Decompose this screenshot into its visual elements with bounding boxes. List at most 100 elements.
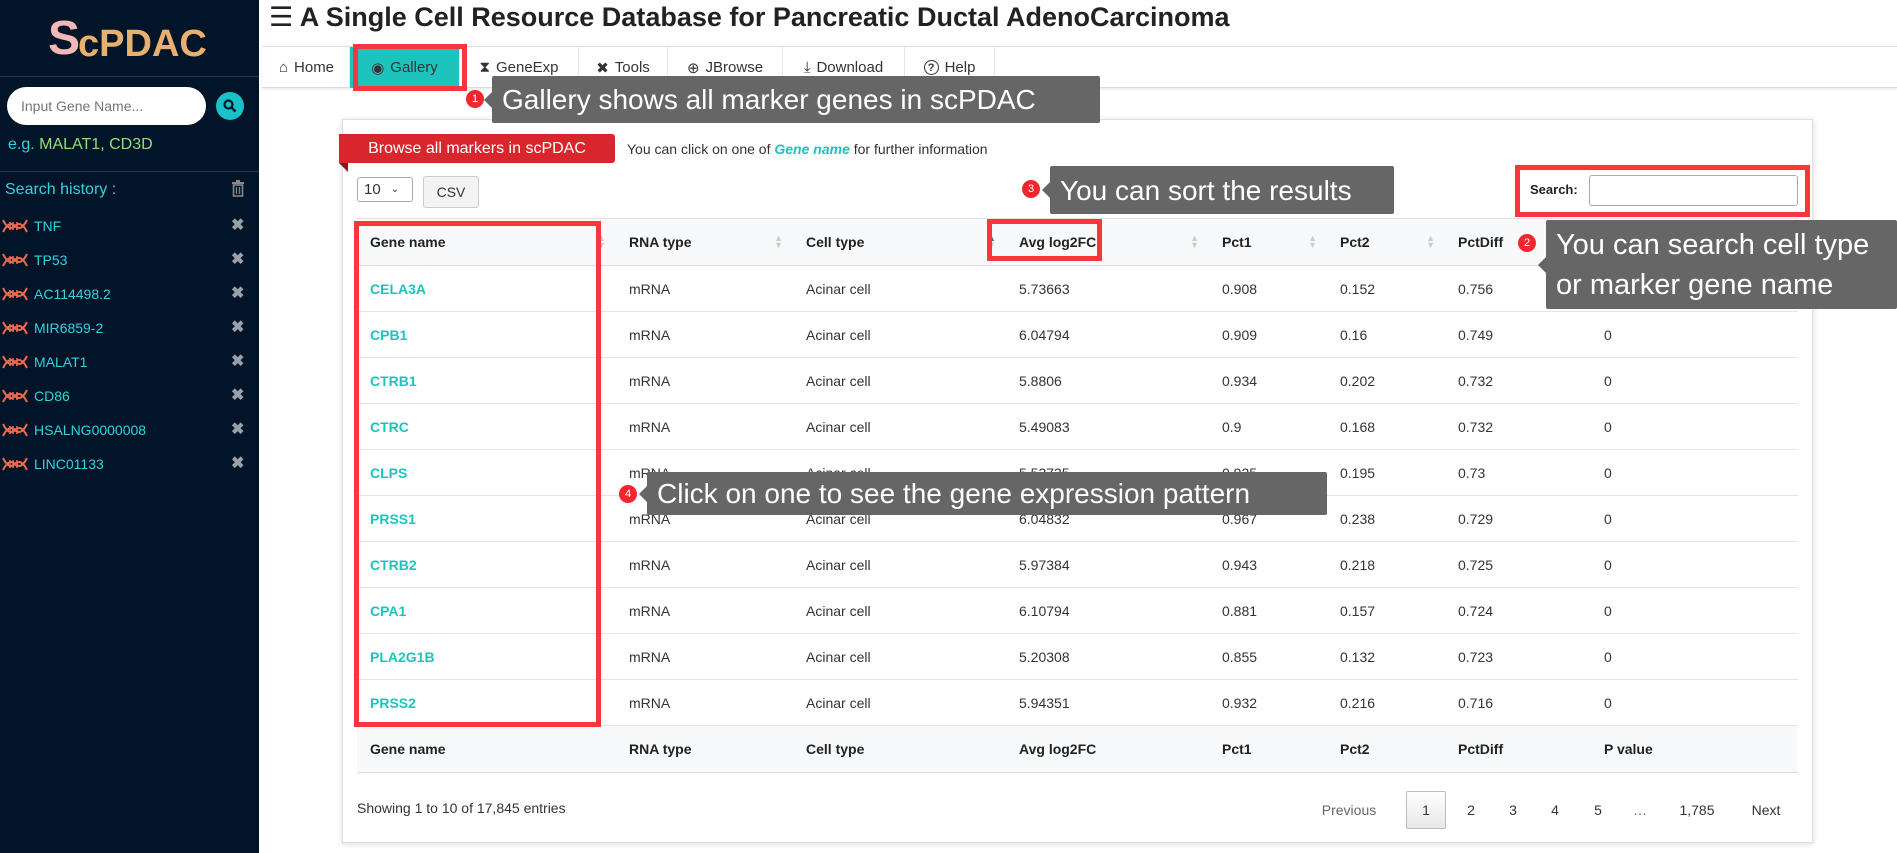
table-cell: 0.725	[1445, 541, 1591, 588]
table-cell: 0.195	[1327, 449, 1445, 496]
history-gene[interactable]: TNF	[34, 218, 61, 234]
close-icon[interactable]: ✖	[231, 419, 244, 439]
history-item[interactable]: CD86 ✖	[0, 385, 259, 409]
table-info: Showing 1 to 10 of 17,845 entries	[357, 800, 566, 816]
dna-icon	[2, 253, 28, 267]
table-cell: mRNA	[616, 357, 793, 404]
close-icon[interactable]: ✖	[231, 215, 244, 235]
annotation-number: 4	[619, 485, 637, 503]
example-genes: MALAT1, CD3D	[39, 136, 153, 153]
column-label: Cell type	[806, 234, 865, 250]
table-cell: Acinar cell	[793, 633, 1006, 680]
history-item[interactable]: TP53 ✖	[0, 249, 259, 273]
history-gene[interactable]: TP53	[34, 252, 67, 268]
table-cell: 0.909	[1209, 311, 1327, 358]
close-icon[interactable]: ✖	[231, 453, 244, 473]
sort-icon[interactable]: ▲▼	[1426, 234, 1435, 250]
table-cell: Acinar cell	[793, 357, 1006, 404]
history-item[interactable]: AC114498.2 ✖	[0, 283, 259, 307]
hint-emphasis: Gene name	[774, 141, 850, 157]
table-cell: 0.168	[1327, 403, 1445, 450]
page-number[interactable]: 1	[1406, 791, 1446, 829]
table-cell: Acinar cell	[793, 587, 1006, 634]
history-gene[interactable]: MIR6859-2	[34, 320, 103, 336]
annotation-callout: Gallery shows all marker genes in scPDAC	[484, 76, 1100, 123]
close-icon[interactable]: ✖	[231, 351, 244, 371]
column-label: Pct1	[1222, 234, 1252, 250]
gene-search-button[interactable]	[216, 92, 244, 120]
page-number[interactable]: 4	[1542, 791, 1568, 829]
tab-label: GeneExp	[495, 59, 559, 76]
gene-search-input[interactable]	[7, 87, 206, 125]
table-cell: 0.724	[1445, 587, 1591, 634]
tab-label: Help	[944, 59, 976, 76]
history-item[interactable]: MIR6859-2 ✖	[0, 317, 259, 341]
csv-button[interactable]: CSV	[423, 176, 479, 208]
table-cell: 5.94351	[1006, 679, 1209, 726]
column-header[interactable]: Cell type ▲ ▼	[793, 218, 1006, 266]
history-gene[interactable]: MALAT1	[34, 354, 87, 370]
home-icon: ⌂	[278, 59, 289, 76]
tab-home[interactable]: ⌂ Home	[264, 47, 350, 88]
table-cell: 0.749	[1445, 311, 1591, 358]
history-item[interactable]: TNF ✖	[0, 215, 259, 239]
table-cell: Acinar cell	[793, 265, 1006, 312]
divider	[0, 76, 259, 77]
ribbon-tail	[339, 163, 348, 172]
dna-icon	[2, 321, 28, 335]
table-cell: 0.881	[1209, 587, 1327, 634]
divider	[0, 171, 259, 172]
footer-column-header: Cell type	[793, 725, 1006, 773]
tab-label: Tools	[614, 59, 650, 76]
page-previous[interactable]: Previous	[1320, 791, 1378, 829]
column-label: PctDiff	[1458, 234, 1504, 250]
column-header[interactable]: Pct2 ▲ ▼	[1327, 218, 1445, 266]
page-number[interactable]: 2	[1458, 791, 1484, 829]
page-number[interactable]: 5	[1585, 791, 1611, 829]
annotation-text: You can search cell type or marker gene …	[1556, 228, 1870, 301]
page-next[interactable]: Next	[1740, 791, 1792, 829]
hint-text: for further information	[849, 141, 988, 157]
page-number[interactable]: 3	[1500, 791, 1526, 829]
dna-icon	[2, 389, 28, 403]
table-cell: 6.10794	[1006, 587, 1209, 634]
close-icon[interactable]: ✖	[231, 283, 244, 303]
history-gene[interactable]: LINC01133	[34, 456, 104, 472]
history-item[interactable]: LINC01133 ✖	[0, 453, 259, 477]
page-number[interactable]: 1,785	[1672, 791, 1722, 829]
table-cell: 0.9	[1209, 403, 1327, 450]
help-icon: ?	[923, 60, 939, 75]
footer-column-header: Gene name	[357, 725, 616, 773]
close-icon[interactable]: ✖	[231, 249, 244, 269]
history-gene[interactable]: AC114498.2	[34, 286, 111, 302]
menu-icon[interactable]: ☰	[269, 2, 293, 32]
logo[interactable]: ScPDAC	[48, 6, 208, 66]
table-cell: 0.908	[1209, 265, 1327, 312]
sort-icon[interactable]: ▲▼	[774, 234, 783, 250]
column-header[interactable]: RNA type ▲ ▼	[616, 218, 793, 266]
table-cell: mRNA	[616, 311, 793, 358]
history-gene[interactable]: HSALNG0000008	[34, 422, 146, 438]
sort-icon[interactable]: ▲▼	[1190, 234, 1199, 250]
dna-icon	[2, 219, 28, 233]
close-icon[interactable]: ✖	[231, 317, 244, 337]
table-cell: Acinar cell	[793, 541, 1006, 588]
history-item[interactable]: MALAT1 ✖	[0, 351, 259, 375]
annotation-text: Gallery shows all marker genes in scPDAC	[502, 84, 1036, 115]
history-item[interactable]: HSALNG0000008 ✖	[0, 419, 259, 443]
table-cell: 0.716	[1445, 679, 1591, 726]
close-icon[interactable]: ✖	[231, 385, 244, 405]
footer-column-header: P value	[1591, 725, 1798, 773]
table-cell: 0.932	[1209, 679, 1327, 726]
page-length-select[interactable]: 10 ⌄	[357, 177, 413, 202]
table-cell: 0	[1591, 311, 1798, 358]
chevron-down-icon: ⌄	[390, 184, 400, 195]
history-gene[interactable]: CD86	[34, 388, 70, 404]
trash-icon[interactable]	[231, 180, 245, 197]
example-prefix: e.g.	[8, 136, 35, 153]
table-cell: 0.943	[1209, 541, 1327, 588]
dna-icon	[2, 287, 28, 301]
column-header[interactable]: Pct1 ▲ ▼	[1209, 218, 1327, 266]
hourglass-icon: ⧗	[479, 59, 490, 76]
sort-icon[interactable]: ▲▼	[1308, 234, 1317, 250]
